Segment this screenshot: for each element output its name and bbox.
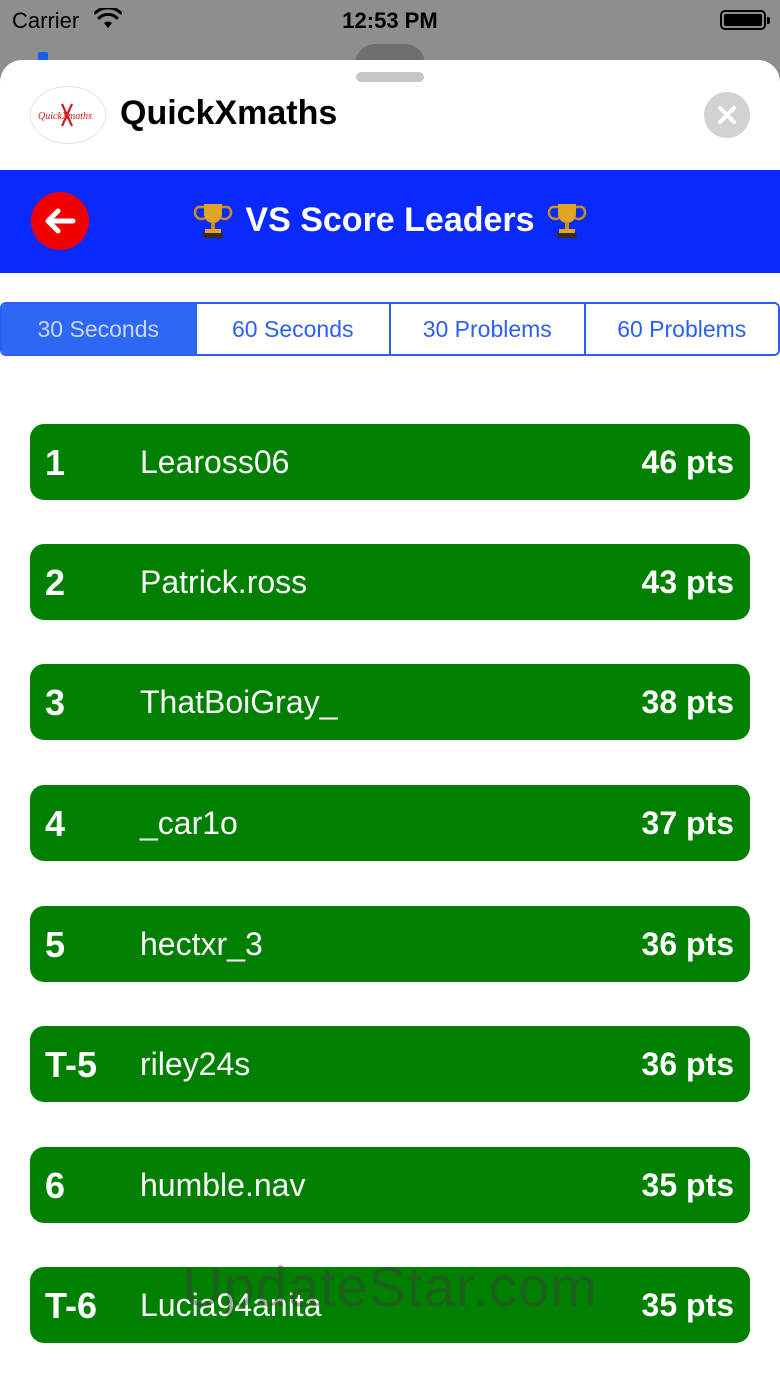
player-score: 35 pts xyxy=(641,1287,734,1323)
rank-label: 1 xyxy=(45,442,66,483)
rank-label: 6 xyxy=(45,1165,66,1206)
player-score: 36 pts xyxy=(641,926,734,962)
player-name: hectxr_3 xyxy=(140,926,263,962)
leaderboard-row[interactable]: T-6 Lucia94anita 35 pts xyxy=(30,1267,750,1343)
tab-30-problems[interactable]: 30 Problems xyxy=(391,304,586,354)
rank-label: 3 xyxy=(45,682,66,723)
rank-label: T-5 xyxy=(45,1044,98,1085)
leaderboard-row[interactable]: 2 Patrick.ross 43 pts xyxy=(30,544,750,620)
leaderboard-row[interactable]: 3 ThatBoiGray_ 38 pts xyxy=(30,664,750,740)
rank-label: 2 xyxy=(45,562,66,603)
player-name: Lucia94anita xyxy=(140,1287,322,1323)
player-score: 43 pts xyxy=(641,564,734,600)
close-button[interactable] xyxy=(704,92,750,138)
leaderboard-row[interactable]: 4 _car1o 37 pts xyxy=(30,785,750,861)
trophy-icon xyxy=(547,204,586,238)
player-name: riley24s xyxy=(140,1046,251,1082)
banner-title-text: VS Score Leaders xyxy=(245,200,535,239)
player-name: Patrick.ross xyxy=(140,564,308,600)
trophy-icon xyxy=(194,204,233,238)
leaderboard-banner: VS Score Leaders xyxy=(0,170,780,273)
status-bar: Carrier 12:53 PM xyxy=(0,0,780,40)
banner-title: VS Score Leaders xyxy=(0,200,780,240)
leaderboard-row[interactable]: 5 hectxr_3 36 pts xyxy=(30,906,750,982)
tab-60-seconds[interactable]: 60 Seconds xyxy=(196,304,391,354)
player-score: 37 pts xyxy=(641,805,734,841)
tab-60-problems[interactable]: 60 Problems xyxy=(585,304,778,354)
tab-30-seconds[interactable]: 30 Seconds xyxy=(2,304,197,354)
player-score: 46 pts xyxy=(641,444,734,480)
player-score: 35 pts xyxy=(641,1167,734,1203)
rank-label: T-6 xyxy=(45,1285,98,1326)
app-title: QuickXmaths xyxy=(120,94,338,132)
player-name: ThatBoiGray_ xyxy=(140,684,338,720)
app-header: QuickXmaths QuickXmaths xyxy=(0,60,780,170)
mode-segmented-control: 30 Seconds 60 Seconds 30 Problems 60 Pro… xyxy=(0,302,780,356)
battery-icon xyxy=(720,10,770,30)
rank-label: 4 xyxy=(45,803,66,844)
close-icon xyxy=(718,106,736,124)
player-name: _car1o xyxy=(140,805,238,841)
player-score: 38 pts xyxy=(641,684,734,720)
player-name: Leaross06 xyxy=(140,444,290,480)
modal-sheet: QuickXmaths QuickXmaths VS Score Leaders… xyxy=(0,60,780,1387)
clock: 12:53 PM xyxy=(342,8,438,33)
player-name: humble.nav xyxy=(140,1167,306,1203)
app-logo-icon: QuickXmaths xyxy=(30,86,106,144)
rank-label: 5 xyxy=(45,924,66,965)
leaderboard-row[interactable]: T-5 riley24s 36 pts xyxy=(30,1026,750,1102)
leaderboard-row[interactable]: 1 Leaross06 46 pts xyxy=(30,424,750,500)
player-score: 36 pts xyxy=(641,1046,734,1082)
leaderboard-row[interactable]: 6 humble.nav 35 pts xyxy=(30,1147,750,1223)
